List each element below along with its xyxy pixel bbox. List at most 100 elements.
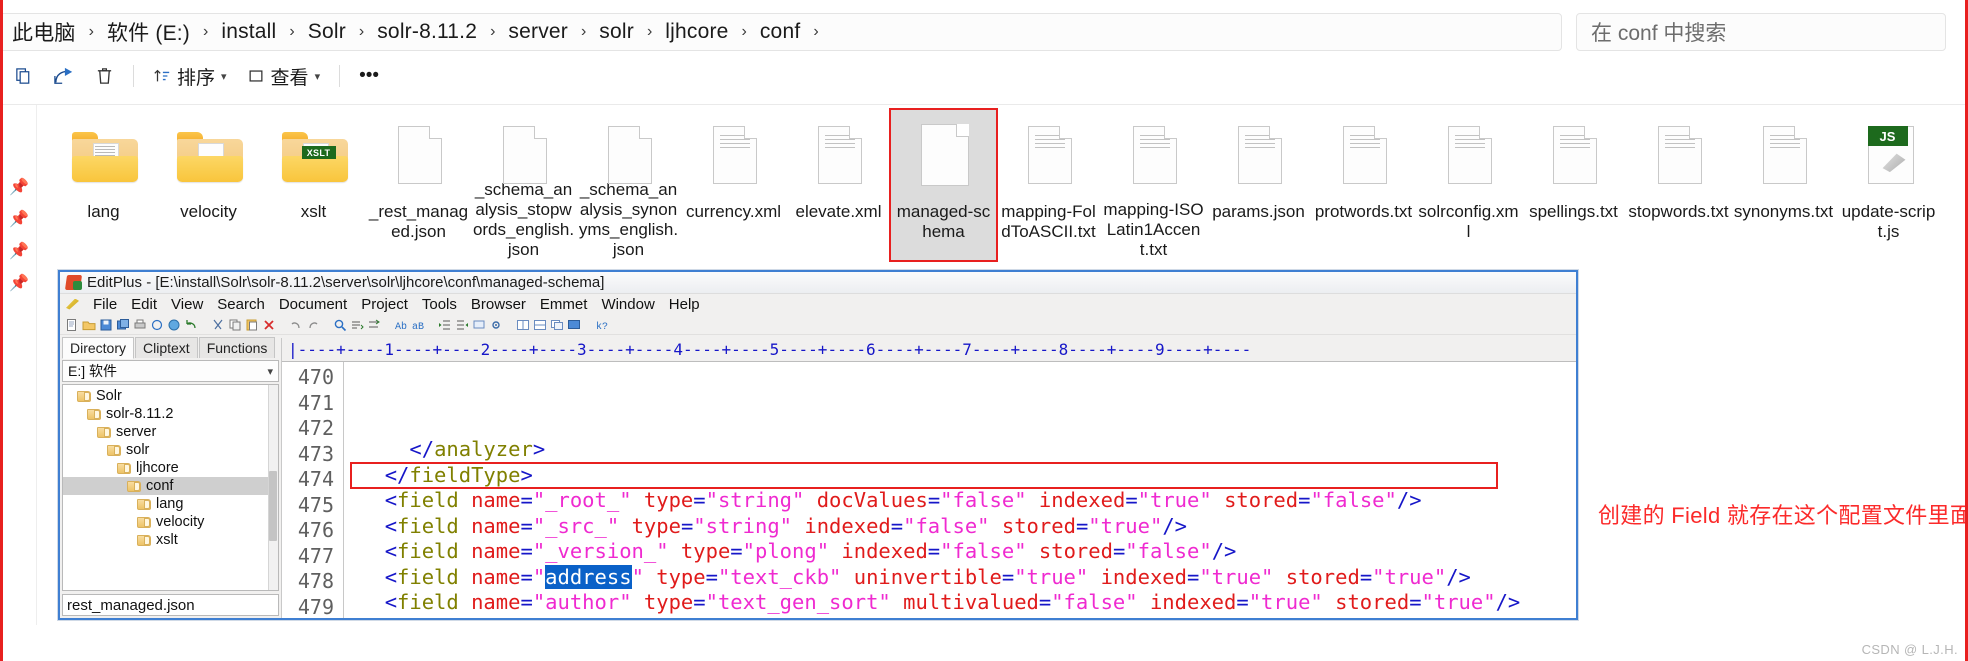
menu-item-emmet[interactable]: Emmet [533,295,595,314]
redo-icon[interactable] [306,318,320,332]
code-line-highlighted[interactable]: <field name="address" type="text_ckb" un… [360,564,1576,591]
selected-text[interactable]: address [545,564,632,589]
code-line[interactable]: </analyzer> [360,437,1576,463]
panel-tab-directory[interactable]: Directory [62,337,135,359]
menu-item-edit[interactable]: Edit [124,295,164,314]
breadcrumb-item-ljhcore[interactable]: ljhcore [655,18,738,46]
menu-item-file[interactable]: File [86,295,124,314]
tree-node-lang[interactable]: lang [63,495,278,513]
file-item[interactable]: elevate.xml [786,110,891,260]
tree-node-velocity[interactable]: velocity [63,513,278,531]
file-item[interactable]: _schema_analysis_stopwords_english.json [471,110,576,260]
file-item[interactable]: mapping-ISOLatin1Accent.txt [1101,110,1206,260]
uppercase-icon[interactable]: Ab [394,318,408,333]
browser-icon[interactable] [167,318,181,332]
tree-node-solr[interactable]: Solr [63,387,278,405]
lowercase-icon[interactable]: aB [411,318,425,333]
menu-item-browser[interactable]: Browser [464,295,533,314]
more-options-button[interactable]: ••• [350,60,388,92]
save-all-icon[interactable] [116,318,130,332]
copy-icon[interactable] [228,318,242,332]
cascade-window-icon[interactable] [550,318,564,332]
breadcrumb-item-e[interactable]: 软件 (E:) [97,15,200,49]
panel-tab-functions[interactable]: Functions [198,337,276,358]
delete-icon[interactable] [262,318,276,332]
paste-icon[interactable] [245,318,259,332]
breadcrumb-item-solr[interactable]: Solr [298,18,356,46]
file-item[interactable]: params.json [1206,110,1311,260]
tree-node-solr[interactable]: solr [63,441,278,459]
delete-button[interactable] [86,60,123,92]
code-line[interactable]: </fieldType> [360,463,1576,489]
file-item[interactable]: protwords.txt [1311,110,1416,260]
outdent-icon[interactable] [455,318,469,332]
file-item[interactable]: currency.xml [681,110,786,260]
file-item[interactable]: lang [51,110,156,260]
tree-node-server[interactable]: server [63,423,278,441]
file-item[interactable]: spellings.txt [1521,110,1626,260]
file-item[interactable]: solrconfig.xml [1416,110,1521,260]
preview-icon[interactable] [150,318,164,332]
menu-item-document[interactable]: Document [272,295,354,314]
new-file-icon[interactable] [65,318,79,332]
code-line[interactable]: <field name="_src_" type="string" indexe… [360,514,1576,540]
menu-item-help[interactable]: Help [662,295,707,314]
file-item[interactable]: stopwords.txt [1626,110,1731,260]
breadcrumb-item-conf[interactable]: conf [750,18,811,46]
code-line[interactable]: <field name="cat" type="string" multiVal… [360,616,1576,619]
tree-node-solr-8.11.2[interactable]: solr-8.11.2 [63,405,278,423]
breadcrumb-item-install[interactable]: install [211,18,286,46]
menu-item-window[interactable]: Window [594,295,661,314]
tree-node-conf[interactable]: conf [63,477,278,495]
file-item[interactable]: synonyms.txt [1731,110,1836,260]
search-icon[interactable] [333,318,347,332]
tree-scrollbar-thumb[interactable] [269,471,277,542]
code-text[interactable]: </analyzer> </fieldType> <field name="_r… [344,362,1576,618]
menu-item-tools[interactable]: Tools [415,295,464,314]
search-input[interactable]: 在 conf 中搜索 [1576,13,1946,51]
sort-button[interactable]: 排序 ▾ [144,60,236,92]
breadcrumb[interactable]: 此电脑 › 软件 (E:) › install › Solr › solr-8.11.2 › ser… [0,13,1562,51]
settings-icon[interactable] [489,318,503,332]
panel-tab-cliptext[interactable]: Cliptext [135,337,198,358]
breadcrumb-item-[interactable]: 此电脑 [2,15,86,49]
file-item-selected[interactable]: managed-schema [889,108,998,262]
menu-item-view[interactable]: View [164,295,210,314]
code-line[interactable]: <field name="_root_" type="string" docVa… [360,488,1576,514]
tree-node-ljhcore[interactable]: ljhcore [63,459,278,477]
undo2-icon[interactable] [289,318,303,332]
cut-icon[interactable] [211,318,225,332]
drive-selector[interactable]: E:] 软件 ▾ [62,360,279,382]
comment-icon[interactable] [472,318,486,332]
file-item[interactable]: XSLT xslt [261,110,366,260]
file-item[interactable]: JS update-script.js [1836,110,1941,260]
menu-item-search[interactable]: Search [210,295,272,314]
tree-scrollbar[interactable] [268,385,278,590]
open-file-field[interactable]: rest_managed.json [62,594,279,616]
replace-icon[interactable] [367,318,381,332]
file-item[interactable]: mapping-FoldToASCII.txt [996,110,1101,260]
code-line[interactable]: <field name="_version_" type="plong" ind… [360,539,1576,565]
split-window-icon[interactable] [516,318,530,332]
menu-item-project[interactable]: Project [354,295,415,314]
undo-icon[interactable] [184,318,198,332]
monitor-icon[interactable] [567,318,581,332]
share-button[interactable] [44,60,84,92]
breadcrumb-item-server[interactable]: server [498,18,578,46]
file-item[interactable]: _schema_analysis_synonyms_english.json [576,110,681,260]
code-area[interactable]: 470 471 472 473 474 475 476 477 478 479 </analyze… [282,362,1576,618]
view-button[interactable]: 查看 ▾ [238,60,330,92]
copy-button[interactable] [5,60,42,92]
print-icon[interactable] [133,318,147,332]
code-line[interactable]: <field name="author" type="text_gen_sort… [360,590,1576,616]
breadcrumb-item-solr[interactable]: solr [589,18,644,46]
save-icon[interactable] [99,318,113,332]
file-item[interactable]: _rest_managed.json [366,110,471,260]
code-editor[interactable]: |----+----1----+----2----+----3----+----… [282,338,1576,618]
breadcrumb-item-solr-8.11.2[interactable]: solr-8.11.2 [367,18,487,46]
open-file-icon[interactable] [82,318,96,332]
indent-icon[interactable] [438,318,452,332]
file-item[interactable]: velocity [156,110,261,260]
tile-window-icon[interactable] [533,318,547,332]
help-icon[interactable]: k? [594,318,608,333]
